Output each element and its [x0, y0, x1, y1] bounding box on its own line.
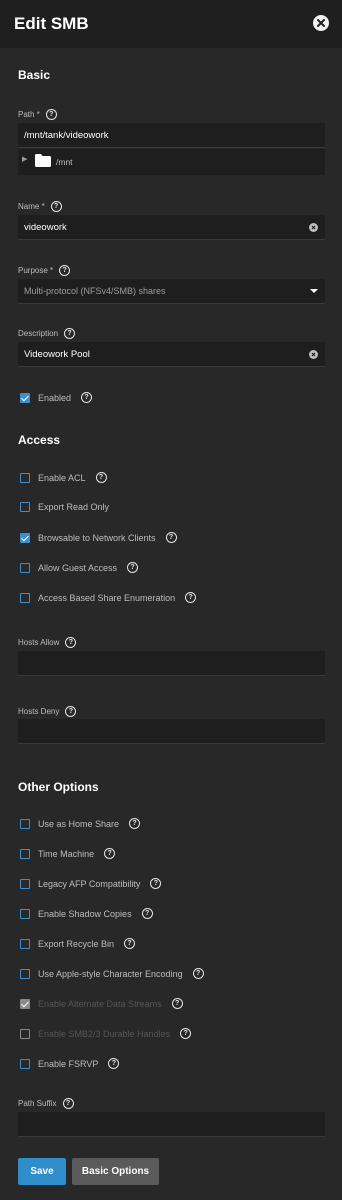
checkbox-label: Browsable to Network Clients: [38, 532, 156, 543]
clear-icon[interactable]: [309, 223, 318, 232]
checkbox-label: Time Machine: [38, 848, 95, 859]
hosts-deny-input[interactable]: [18, 719, 325, 744]
basic-options-button[interactable]: Basic Options: [72, 1158, 159, 1185]
checkbox[interactable]: [20, 818, 30, 829]
path-input[interactable]: /mnt/tank/videowork: [18, 123, 325, 148]
help-icon[interactable]: ?: [127, 562, 139, 573]
chevron-down-icon: [310, 289, 318, 293]
checkbox-label: Enabled: [38, 392, 72, 403]
checkbox-label: Use as Home Share: [38, 818, 120, 829]
help-icon[interactable]: ?: [141, 908, 153, 919]
path-tree: ▶ /mnt: [18, 149, 325, 175]
checkbox[interactable]: [20, 968, 30, 979]
checkbox[interactable]: [20, 592, 30, 603]
section-title-other: Other Options: [18, 780, 99, 794]
checkbox-label: Use Apple-style Character Encoding: [38, 968, 183, 979]
checkbox-label: Access Based Share Enumeration: [38, 592, 176, 603]
close-icon[interactable]: [313, 15, 329, 31]
help-icon[interactable]: ?: [95, 472, 107, 483]
checkbox-label: Enable SMB2/3 Durable Handles: [38, 1028, 171, 1039]
path-suffix-input[interactable]: [18, 1112, 325, 1137]
help-icon[interactable]: ?: [81, 392, 93, 403]
section-title-access: Access: [18, 433, 61, 447]
other-option-time-machine[interactable]: Time Machine ?: [20, 848, 116, 859]
checkbox[interactable]: [20, 938, 30, 949]
dialog-title: Edit SMB: [14, 14, 89, 33]
description-input[interactable]: Videowork Pool: [18, 342, 325, 367]
expand-arrow-icon[interactable]: ▶: [22, 155, 27, 163]
checkbox[interactable]: [20, 848, 30, 859]
other-option-home-share[interactable]: Use as Home Share ?: [20, 818, 141, 829]
hosts-deny-label: Hosts Deny ?: [18, 706, 77, 717]
help-icon[interactable]: ?: [171, 998, 183, 1009]
other-option-alt-streams: Enable Alternate Data Streams ?: [20, 998, 183, 1009]
help-icon[interactable]: ?: [65, 706, 77, 717]
checkbox-label: Allow Guest Access: [38, 562, 118, 573]
help-icon[interactable]: ?: [185, 592, 197, 603]
checkbox: [20, 998, 30, 1009]
checkbox-label: Export Recycle Bin: [38, 938, 115, 949]
help-icon[interactable]: ?: [192, 968, 204, 979]
path-suffix-label: Path Suffix ?: [18, 1098, 74, 1109]
name-label: Name * ?: [18, 201, 62, 212]
checkbox-label: Enable ACL: [38, 472, 86, 483]
help-icon[interactable]: ?: [108, 1058, 120, 1069]
checkbox-label: Enable Shadow Copies: [38, 908, 132, 919]
help-icon[interactable]: ?: [124, 938, 136, 949]
checkbox[interactable]: [20, 908, 30, 919]
description-value: Videowork Pool: [24, 349, 90, 360]
other-option-apple-encoding[interactable]: Use Apple-style Character Encoding ?: [20, 968, 204, 979]
clear-icon[interactable]: [309, 350, 318, 359]
checkbox[interactable]: [20, 1058, 30, 1069]
checkbox-label: Legacy AFP Compatibility: [38, 878, 141, 889]
path-label: Path * ?: [18, 109, 57, 120]
access-option-abe[interactable]: Access Based Share Enumeration ?: [20, 592, 197, 603]
name-value: videowork: [24, 222, 67, 233]
tree-node-label[interactable]: /mnt: [56, 157, 73, 167]
checkbox-label: Export Read Only: [38, 502, 110, 512]
checkbox: [20, 1028, 30, 1039]
help-icon[interactable]: ?: [50, 201, 62, 212]
purpose-select[interactable]: Multi-protocol (NFSv4/SMB) shares: [18, 279, 325, 304]
other-option-fsrvp[interactable]: Enable FSRVP ?: [20, 1058, 120, 1069]
other-option-durable-handles: Enable SMB2/3 Durable Handles ?: [20, 1028, 192, 1039]
enabled-option[interactable]: Enabled ?: [20, 392, 93, 403]
access-option-browsable[interactable]: Browsable to Network Clients ?: [20, 532, 177, 543]
help-icon[interactable]: ?: [104, 848, 116, 859]
checkbox-label: Enable FSRVP: [38, 1058, 99, 1069]
checkbox[interactable]: [20, 532, 30, 543]
hosts-allow-label: Hosts Allow ?: [18, 637, 77, 648]
help-icon[interactable]: ?: [150, 878, 162, 889]
help-icon[interactable]: ?: [180, 1028, 192, 1039]
help-icon[interactable]: ?: [59, 265, 71, 276]
other-option-afp[interactable]: Legacy AFP Compatibility ?: [20, 878, 162, 889]
purpose-value: Multi-protocol (NFSv4/SMB) shares: [24, 286, 166, 296]
access-option-read-only[interactable]: Export Read Only: [20, 502, 109, 512]
hosts-allow-input[interactable]: [18, 651, 325, 676]
access-option-acl[interactable]: Enable ACL ?: [20, 472, 107, 483]
save-button[interactable]: Save: [18, 1158, 66, 1185]
help-icon[interactable]: ?: [62, 1098, 74, 1109]
name-input[interactable]: videowork: [18, 215, 325, 240]
access-option-guest[interactable]: Allow Guest Access ?: [20, 562, 139, 573]
section-title-basic: Basic: [18, 68, 51, 82]
checkbox[interactable]: [20, 502, 30, 512]
help-icon[interactable]: ?: [165, 532, 177, 543]
path-value: /mnt/tank/videowork: [24, 130, 109, 141]
checkbox[interactable]: [20, 562, 30, 573]
help-icon[interactable]: ?: [129, 818, 141, 829]
help-icon[interactable]: ?: [64, 328, 76, 339]
help-icon[interactable]: ?: [45, 109, 57, 120]
other-option-shadow-copies[interactable]: Enable Shadow Copies ?: [20, 908, 153, 919]
help-icon[interactable]: ?: [65, 637, 77, 648]
checkbox[interactable]: [20, 472, 30, 483]
checkbox[interactable]: [20, 392, 30, 403]
description-label: Description ?: [18, 328, 76, 339]
checkbox-label: Enable Alternate Data Streams: [38, 998, 162, 1009]
folder-icon: [35, 154, 51, 167]
checkbox[interactable]: [20, 878, 30, 889]
dialog-header: Edit SMB: [0, 0, 342, 48]
purpose-label: Purpose * ?: [18, 265, 71, 276]
other-option-recycle-bin[interactable]: Export Recycle Bin ?: [20, 938, 136, 949]
